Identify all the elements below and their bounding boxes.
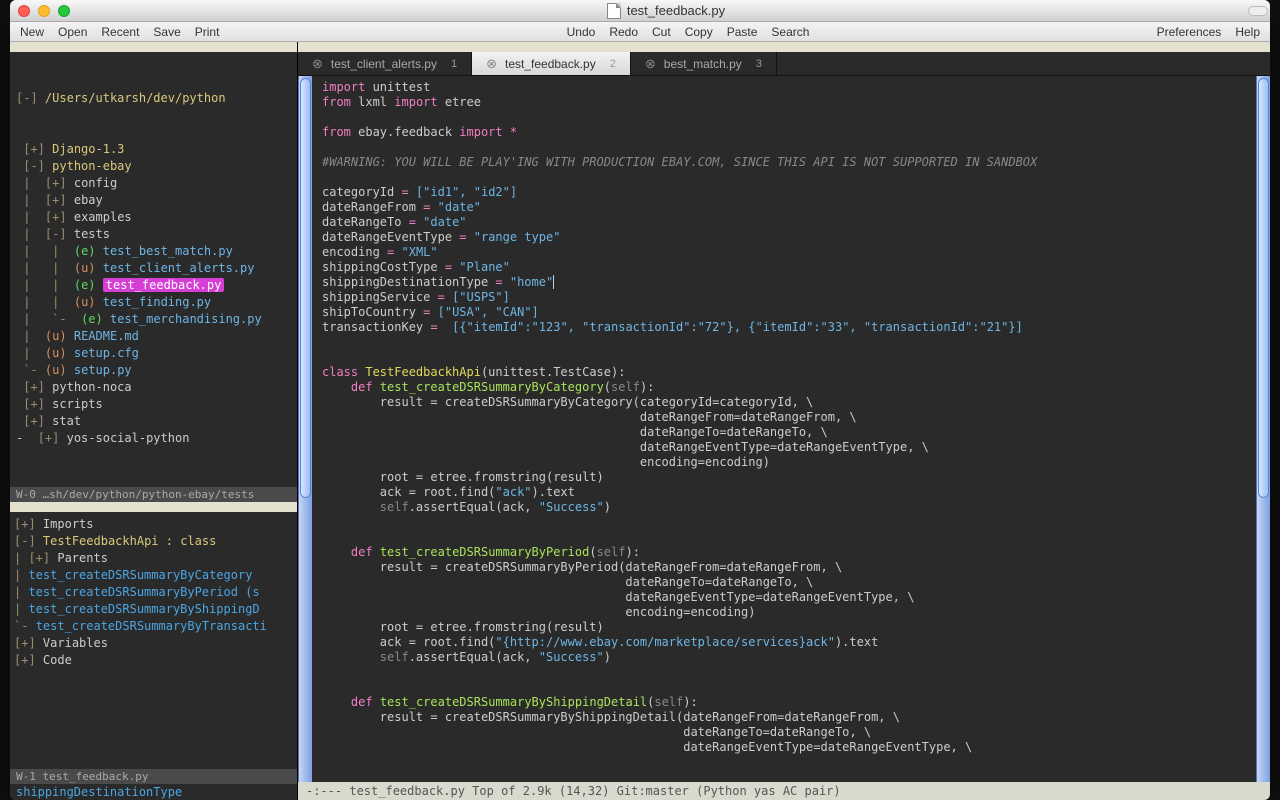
tree-item[interactable]: | [-] tests xyxy=(14,226,293,243)
main: ⊗test_client_alerts.py1⊗test_feedback.py… xyxy=(298,42,1270,800)
outline-item[interactable]: [+] Code xyxy=(14,652,293,669)
tree-item[interactable]: | `- (e) test_merchandising.py xyxy=(14,311,293,328)
menu-print[interactable]: Print xyxy=(195,25,220,39)
menu-open[interactable]: Open xyxy=(58,25,87,39)
outline-item[interactable]: `- test_createDSRSummaryByTransacti xyxy=(14,618,293,635)
outline-item[interactable]: [+] Imports xyxy=(14,516,293,533)
tree-item[interactable]: | [+] config xyxy=(14,175,293,192)
tree-item[interactable]: [+] stat xyxy=(14,413,293,430)
menu-paste[interactable]: Paste xyxy=(727,25,758,39)
outline-item[interactable]: [-] TestFeedbackhApi : class xyxy=(14,533,293,550)
tree-root[interactable]: /Users/utkarsh/dev/python xyxy=(45,91,226,105)
titlebar: test_feedback.py xyxy=(10,0,1270,22)
tabbar-strip xyxy=(298,42,1270,52)
close-icon[interactable]: ⊗ xyxy=(645,56,656,72)
outline-item[interactable]: | test_createDSRSummaryByShippingD xyxy=(14,601,293,618)
menu-right: Preferences Help xyxy=(1157,25,1260,39)
tree-item[interactable]: | | (u) test_finding.py xyxy=(14,294,293,311)
menu-search[interactable]: Search xyxy=(771,25,809,39)
editor-wrap: import unittest from lxml import etree f… xyxy=(298,76,1270,782)
tree-item[interactable]: [+] python-noca xyxy=(14,379,293,396)
tree-item[interactable]: | [+] ebay xyxy=(14,192,293,209)
menu-help[interactable]: Help xyxy=(1235,25,1260,39)
close-icon[interactable] xyxy=(18,5,30,17)
window0-status: W-0 …sh/dev/python/python-ebay/tests xyxy=(10,487,297,502)
outline-item[interactable]: | test_createDSRSummaryByCategory xyxy=(14,567,293,584)
window1-status: W-1 test_feedback.py xyxy=(10,769,297,784)
tree-item[interactable]: | [+] examples xyxy=(14,209,293,226)
menu-undo[interactable]: Undo xyxy=(567,25,596,39)
tabbar: ⊗test_client_alerts.py1⊗test_feedback.py… xyxy=(298,52,1270,76)
zoom-icon[interactable] xyxy=(58,5,70,17)
tab-test_client_alerts-py[interactable]: ⊗test_client_alerts.py1 xyxy=(298,52,472,75)
left-scrollbar[interactable] xyxy=(298,76,312,782)
window-title: test_feedback.py xyxy=(70,3,1262,19)
menu-cut[interactable]: Cut xyxy=(652,25,671,39)
menu-redo[interactable]: Redo xyxy=(609,25,638,39)
minimize-icon[interactable] xyxy=(38,5,50,17)
close-icon[interactable]: ⊗ xyxy=(486,56,497,72)
traffic-lights xyxy=(18,5,70,17)
file-tree[interactable]: [-] /Users/utkarsh/dev/python [+] Django… xyxy=(10,52,297,487)
tree-item[interactable]: `- (u) setup.py xyxy=(14,362,293,379)
tree-item[interactable]: | (u) README.md xyxy=(14,328,293,345)
body: [-] /Users/utkarsh/dev/python [+] Django… xyxy=(10,42,1270,800)
editor-window: test_feedback.py New Open Recent Save Pr… xyxy=(10,0,1270,800)
outline[interactable]: [+] Imports[-] TestFeedbackhApi : class|… xyxy=(10,512,297,675)
tree-item[interactable]: | | (u) test_client_alerts.py xyxy=(14,260,293,277)
menu-save[interactable]: Save xyxy=(153,25,180,39)
tree-item[interactable]: - [+] yos-social-python xyxy=(14,430,293,447)
tab-best_match-py[interactable]: ⊗best_match.py3 xyxy=(631,52,777,75)
menu-preferences[interactable]: Preferences xyxy=(1157,25,1222,39)
title-pill-icon[interactable] xyxy=(1248,6,1268,16)
tree-item[interactable]: [+] Django-1.3 xyxy=(14,141,293,158)
code-editor[interactable]: import unittest from lxml import etree f… xyxy=(312,76,1256,782)
outline-item[interactable]: [+] Variables xyxy=(14,635,293,652)
menu-center: Undo Redo Cut Copy Paste Search xyxy=(219,25,1156,39)
right-scrollbar[interactable] xyxy=(1256,76,1270,782)
tree-item[interactable]: [+] scripts xyxy=(14,396,293,413)
menu-left: New Open Recent Save Print xyxy=(20,25,219,39)
outline-item[interactable]: | test_createDSRSummaryByPeriod (s xyxy=(14,584,293,601)
close-icon[interactable]: ⊗ xyxy=(312,56,323,72)
sidebar-strip xyxy=(10,42,297,52)
modeline: -:--- test_feedback.py Top of 2.9k (14,3… xyxy=(298,782,1270,800)
title-text: test_feedback.py xyxy=(627,3,725,18)
tree-item[interactable]: | | (e) test_best_match.py xyxy=(14,243,293,260)
tree-item[interactable]: [-] python-ebay xyxy=(14,158,293,175)
sidebar: [-] /Users/utkarsh/dev/python [+] Django… xyxy=(10,42,298,800)
tree-item[interactable]: | | (e) test_feedback.py xyxy=(14,277,293,294)
document-icon xyxy=(607,3,621,19)
outline-item[interactable]: | [+] Parents xyxy=(14,550,293,567)
sidebar-strip2 xyxy=(10,502,297,512)
echo-area: shippingDestinationType xyxy=(10,784,297,800)
menu-copy[interactable]: Copy xyxy=(685,25,713,39)
menu-new[interactable]: New xyxy=(20,25,44,39)
tree-item[interactable]: | (u) setup.cfg xyxy=(14,345,293,362)
tab-test_feedback-py[interactable]: ⊗test_feedback.py2 xyxy=(472,52,631,75)
menubar: New Open Recent Save Print Undo Redo Cut… xyxy=(10,22,1270,42)
menu-recent[interactable]: Recent xyxy=(101,25,139,39)
